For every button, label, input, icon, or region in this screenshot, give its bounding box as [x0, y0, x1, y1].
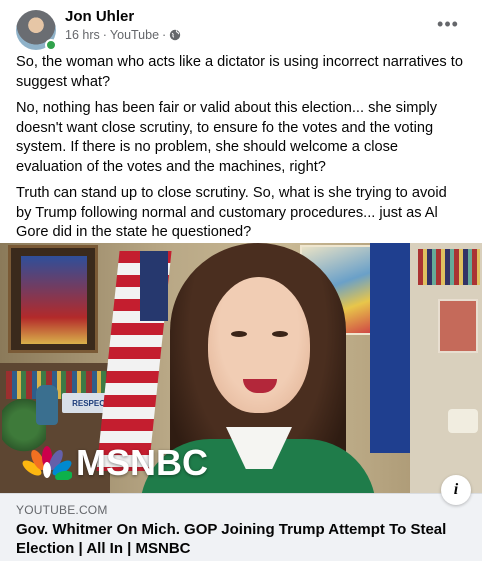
post-meta: 16 hrs · YouTube · — [65, 28, 181, 42]
meta-separator: · — [162, 28, 167, 42]
meta-separator: · — [102, 28, 107, 42]
post-paragraph: Truth can stand up to close scrutiny. So… — [16, 185, 447, 240]
post-paragraph: No, nothing has been fair or valid about… — [16, 100, 438, 175]
person-eye — [231, 331, 247, 337]
info-icon[interactable]: i — [441, 475, 471, 505]
post-paragraph: So, the woman who acts like a dictator i… — [16, 54, 463, 90]
book-cover — [438, 299, 478, 353]
author-name[interactable]: Jon Uhler — [65, 8, 134, 25]
us-flag-canton — [140, 251, 168, 321]
globe-icon[interactable] — [169, 29, 181, 41]
msnbc-wordmark: MSNBC — [76, 442, 208, 483]
michigan-flag — [370, 243, 410, 453]
online-status-icon — [45, 39, 57, 51]
link-title[interactable]: Gov. Whitmer On Mich. GOP Joining Trump … — [16, 520, 456, 558]
post-header: Jon Uhler 16 hrs · YouTube · ••• — [16, 8, 466, 51]
more-options-button[interactable]: ••• — [434, 10, 462, 38]
peacock-icon — [22, 446, 72, 480]
right-books — [418, 249, 480, 285]
post-text: So, the woman who acts like a dictator i… — [16, 53, 466, 250]
link-domain: YOUTUBE.COM — [16, 503, 108, 517]
video-thumbnail[interactable]: RESPECT MSNBC — [0, 243, 482, 493]
framed-painting — [8, 245, 98, 353]
post-time[interactable]: 16 hrs — [65, 28, 100, 42]
post-source: YouTube — [109, 28, 160, 42]
person-eye — [272, 331, 288, 337]
vase — [36, 385, 58, 425]
msnbc-logo: MSNBC — [22, 443, 208, 483]
desk-lamp — [448, 409, 478, 433]
link-preview-card[interactable]: i YOUTUBE.COM Gov. Whitmer On Mich. GOP … — [0, 475, 482, 561]
